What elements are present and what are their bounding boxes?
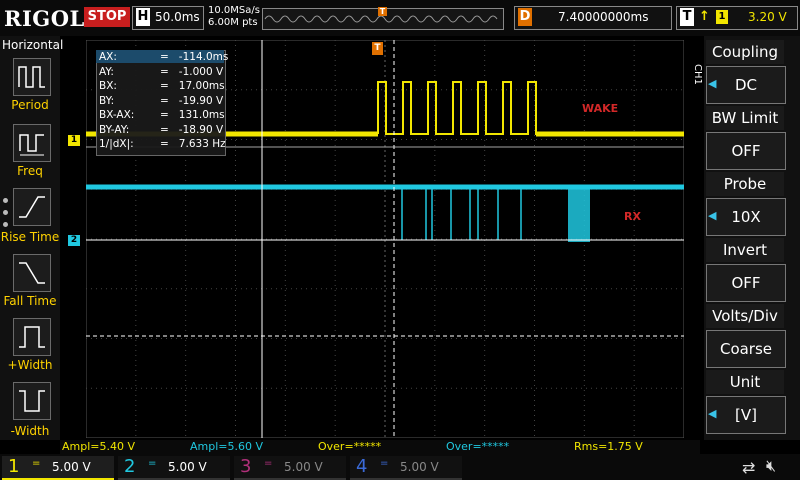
cursor-label: BY-AY: (99, 123, 130, 136)
speaker-icon[interactable]: 🔇︎ (766, 456, 776, 476)
coupling-icon: = (148, 458, 157, 469)
channel-number: 1 (8, 456, 20, 477)
measurement-item[interactable]: Ampl=5.40 V (60, 440, 186, 453)
freq-button[interactable] (13, 124, 51, 162)
fall-time-label: Fall Time (3, 294, 57, 308)
measurement-item[interactable]: Ampl=5.60 V (188, 440, 314, 453)
cursor-value: = -19.90 V (160, 94, 224, 107)
period-icon (18, 66, 45, 88)
rising-edge-icon: ↑ (699, 9, 710, 24)
neg-width-label: -Width (10, 424, 50, 438)
trigger-source: 1 (716, 10, 728, 24)
cursor-label: BY: (99, 94, 115, 107)
rise-time-icon (19, 196, 45, 218)
ch2-offset-marker[interactable]: 2 (68, 235, 80, 246)
knob-arrow-icon: ◀ (708, 407, 717, 420)
channel-scale: 5.00 V (52, 460, 91, 474)
trigger-position-top-marker: T (378, 7, 387, 16)
menu-page-dot (3, 198, 8, 203)
cursor-value: = -18.90 V (160, 123, 224, 136)
menu-item-title: Invert (706, 238, 784, 262)
measurement-item[interactable]: Over=***** (444, 440, 570, 453)
cursor-label: AY: (99, 65, 114, 78)
menu-item-value[interactable]: Coarse (706, 330, 786, 368)
wake-annotation: WAKE (582, 102, 619, 115)
cursor-value: = 17.00ms (160, 80, 225, 92)
knob-arrow-icon: ◀ (708, 77, 717, 90)
delay-value: 7.40000000ms (558, 10, 649, 24)
menu-page-dot (3, 210, 8, 215)
trigger-letter: T (680, 8, 694, 26)
cursor-label: BX-AX: (99, 109, 135, 121)
usb-icon: ⇄ (742, 458, 756, 477)
neg-width-button[interactable] (13, 382, 51, 420)
run-stop-indicator[interactable]: STOP (84, 7, 130, 27)
rx-annotation: RX (624, 210, 641, 223)
coupling-icon: = (264, 458, 273, 469)
channel-scale: 5.00 V (168, 460, 207, 474)
menu-item-value[interactable]: 10X (706, 198, 786, 236)
menu-item-title: Probe (706, 172, 784, 196)
period-label: Period (11, 98, 49, 112)
rise-time-label: Rise Time (0, 230, 60, 244)
neg-width-icon (19, 390, 45, 412)
menu-item-value[interactable]: OFF (706, 264, 786, 302)
menu-page-dot (3, 222, 8, 227)
cursor-value: = 131.0ms (160, 109, 225, 121)
menu-item-value[interactable]: [V] (706, 396, 786, 434)
delay-letter: D (518, 8, 532, 26)
pos-width-label: +Width (7, 358, 53, 372)
channel-scale: 5.00 V (400, 460, 439, 474)
cursor-value: = -1.000 V (160, 65, 224, 78)
channel-number: 2 (124, 456, 136, 477)
cursor-value: = 7.633 Hz (160, 138, 226, 150)
timebase-value: 50.0ms (155, 10, 200, 24)
menu-item-title: Coupling (706, 40, 784, 64)
coupling-icon: = (32, 458, 41, 469)
left-menu-title: Horizontal (2, 38, 64, 52)
fall-time-icon (19, 262, 45, 284)
measurement-item[interactable]: Over=***** (316, 440, 442, 453)
measurement-item[interactable]: Rms=1.75 V (572, 440, 698, 453)
period-button[interactable] (13, 58, 51, 96)
cursor-label: AX: (99, 51, 117, 63)
coupling-icon: = (380, 458, 389, 469)
pos-width-icon (19, 326, 45, 348)
trigger-level: 3.20 V (748, 10, 787, 24)
freq-icon (19, 134, 44, 156)
menu-item-value[interactable]: OFF (706, 132, 786, 170)
channel-menu-tag: CH1 (692, 64, 703, 85)
memory-depth: 6.00M pts (208, 17, 258, 28)
menu-item-title: Volts/Div (706, 304, 784, 328)
fall-time-button[interactable] (13, 254, 51, 292)
channel-number: 4 (356, 456, 368, 477)
pos-width-button[interactable] (13, 318, 51, 356)
timebase-letter: H (136, 8, 150, 26)
trigger-position-marker[interactable]: T (372, 42, 383, 55)
ch2-burst (568, 185, 590, 242)
brand-logo: RIGOL (4, 6, 85, 31)
menu-item-title: BW Limit (706, 106, 784, 130)
knob-arrow-icon: ◀ (708, 209, 717, 222)
cursor-value: = -114.0ms (160, 51, 229, 63)
cursor-label: 1/|dX|: (99, 138, 134, 150)
sample-rate: 10.0MSa/s (208, 5, 260, 16)
rise-time-button[interactable] (13, 188, 51, 226)
menu-item-title: Unit (706, 370, 784, 394)
channel-scale: 5.00 V (284, 460, 323, 474)
channel-number: 3 (240, 456, 252, 477)
ch1-offset-marker[interactable]: 1 (68, 135, 80, 146)
cursor-label: BX: (99, 80, 117, 92)
menu-item-value[interactable]: DC (706, 66, 786, 104)
freq-label: Freq (17, 164, 43, 178)
